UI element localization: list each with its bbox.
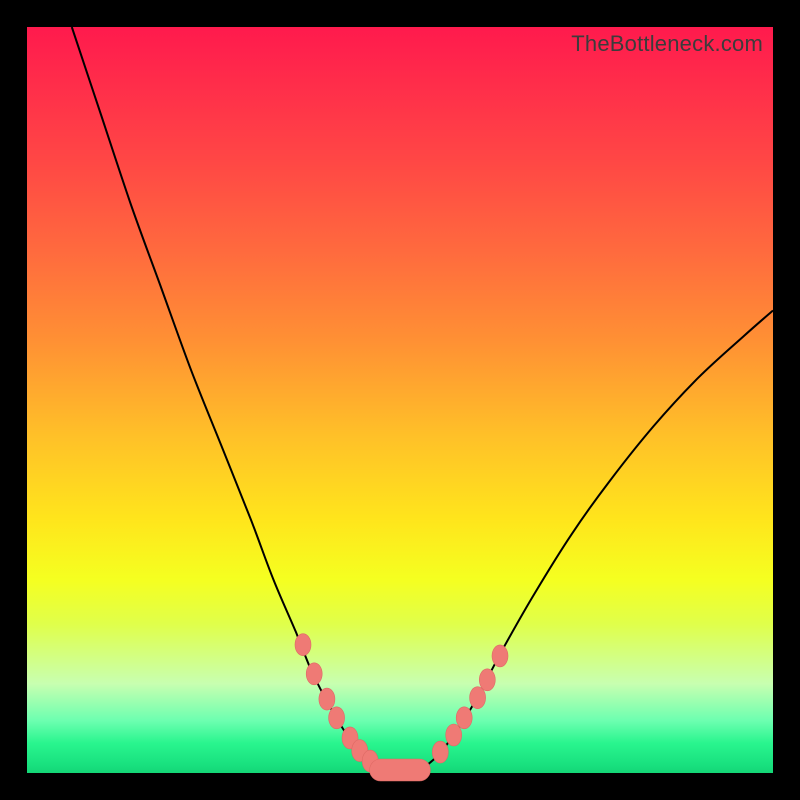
marker-point: [456, 707, 472, 729]
marker-point: [446, 724, 462, 746]
marker-point: [295, 634, 311, 656]
chart-frame: TheBottleneck.com: [0, 0, 800, 800]
chart-svg: [27, 27, 773, 773]
marker-point: [329, 707, 345, 729]
marker-point: [319, 688, 335, 710]
marker-point: [479, 669, 495, 691]
bottleneck-curve: [72, 27, 773, 772]
marker-capsule: [370, 759, 431, 781]
marker-point: [470, 687, 486, 709]
plot-area: TheBottleneck.com: [27, 27, 773, 773]
marker-point: [492, 645, 508, 667]
marker-point: [306, 663, 322, 685]
markers-group: [295, 634, 508, 781]
marker-point: [432, 741, 448, 763]
